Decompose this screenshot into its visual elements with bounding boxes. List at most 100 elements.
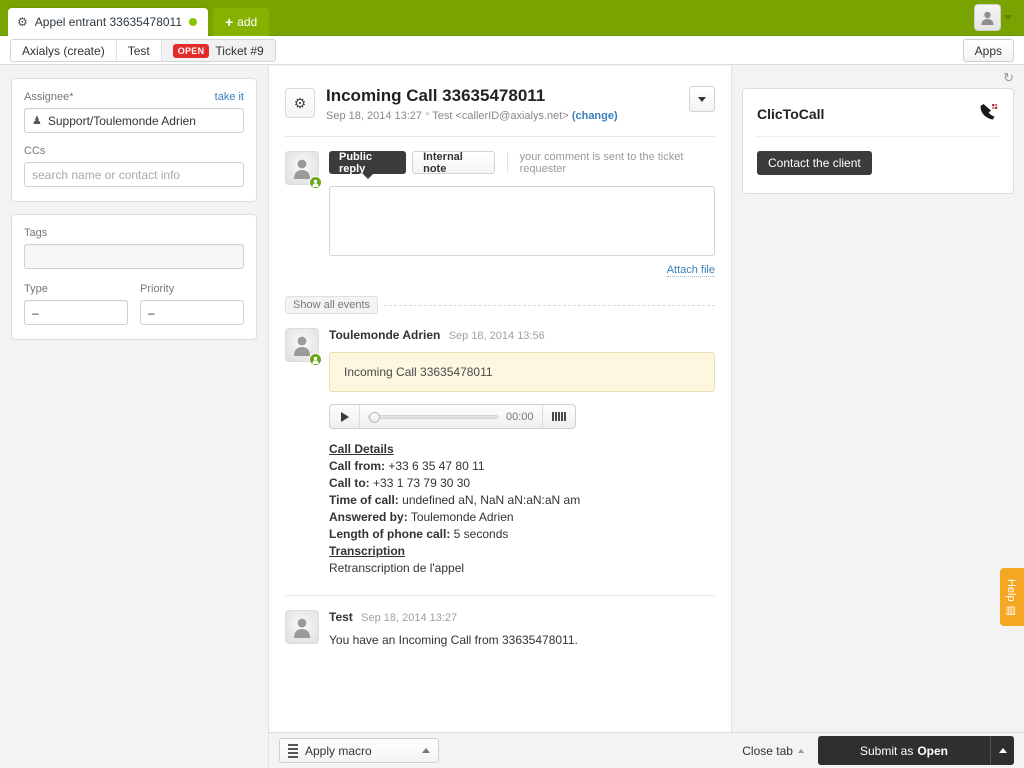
avatar <box>285 328 319 362</box>
avatar <box>285 610 319 644</box>
help-icon: ▤ <box>1006 605 1019 615</box>
page-title: Incoming Call 33635478011 <box>326 86 618 106</box>
type-value: – <box>32 306 39 320</box>
right-panel: ↻ ClicToCall Contact the client <box>732 66 1024 732</box>
assignee-label-row: Assignee* take it <box>24 91 244 108</box>
audio-player[interactable]: 00:00 <box>329 404 576 429</box>
user-glyph-icon <box>292 616 312 638</box>
call-details: Call Details Call from: +33 6 35 47 80 1… <box>329 441 715 577</box>
apps-button[interactable]: Apps <box>963 39 1014 62</box>
add-tab-label: add <box>237 15 257 29</box>
chevron-down-icon <box>698 97 706 102</box>
slider-handle[interactable] <box>369 412 380 423</box>
breadcrumb-item-test[interactable]: Test <box>117 40 162 61</box>
call-details-row: Time of call: undefined aN, NaN aN:aN:aN… <box>329 492 715 509</box>
call-details-row: Answered by: Toulemonde Adrien <box>329 509 715 526</box>
submit-options-button[interactable] <box>990 736 1014 765</box>
apply-macro-button[interactable]: Apply macro <box>279 738 439 763</box>
tags-label: Tags <box>24 227 244 239</box>
chevron-down-icon[interactable] <box>1004 15 1012 20</box>
help-tab-button[interactable]: Help ▤ <box>1000 568 1024 626</box>
avatar <box>285 151 319 185</box>
reply-tabs: Public reply Internal note your comment … <box>329 151 715 174</box>
tab-internal-note[interactable]: Internal note <box>412 151 494 174</box>
submit-group: Submit as Open <box>818 736 1014 765</box>
tab-status-dot-icon <box>189 18 197 26</box>
event-item: Toulemonde Adrien Sep 18, 2014 13:56 Inc… <box>285 314 715 577</box>
app-card-header: ClicToCall <box>757 103 999 124</box>
call-details-value: undefined aN, NaN aN:aN:aN am <box>402 493 580 507</box>
add-tab-button[interactable]: + add <box>213 8 269 36</box>
clictocall-app-card: ClicToCall Contact the client <box>742 88 1014 194</box>
status-badge: OPEN <box>173 44 210 58</box>
event-item: Test Sep 18, 2014 13:27 You have an Inco… <box>285 596 715 647</box>
play-button[interactable] <box>330 405 360 428</box>
bottom-bar: Apply macro Close tab Submit as Open <box>269 732 1024 768</box>
user-menu[interactable] <box>974 4 1012 31</box>
show-all-events-button[interactable]: Show all events <box>285 296 378 314</box>
submit-as-open-button[interactable]: Submit as Open <box>818 736 990 765</box>
person-icon: ♟ <box>32 114 42 127</box>
ticket-options-button[interactable] <box>689 86 715 112</box>
tags-input[interactable] <box>24 244 244 269</box>
type-label: Type <box>24 283 128 295</box>
change-requester-link[interactable]: (change) <box>572 110 618 122</box>
event-meta: Test Sep 18, 2014 13:27 <box>329 610 715 624</box>
assignee-value: Support/Toulemonde Adrien <box>48 114 196 128</box>
avatar-status-badge-icon <box>309 176 322 189</box>
breadcrumb-item-axialys[interactable]: Axialys (create) <box>11 40 117 61</box>
help-label: Help <box>1006 578 1018 601</box>
assignee-field[interactable]: ♟ Support/Toulemonde Adrien <box>24 108 244 133</box>
refresh-icon[interactable]: ↻ <box>1003 70 1014 86</box>
breadcrumb-label: Axialys (create) <box>22 44 105 58</box>
transcription-text: Retranscription de l'appel <box>329 560 715 577</box>
breadcrumb-item-ticket[interactable]: OPEN Ticket #9 <box>162 40 275 61</box>
event-body: Toulemonde Adrien Sep 18, 2014 13:56 Inc… <box>329 328 715 577</box>
right-panel-toolbar: ↻ <box>732 66 1024 88</box>
event-highlight: Incoming Call 33635478011 <box>329 352 715 392</box>
volume-icon[interactable] <box>543 405 575 428</box>
apps-label: Apps <box>975 44 1002 58</box>
player-track-area: 00:00 <box>360 405 543 428</box>
priority-select[interactable]: – <box>140 300 244 325</box>
call-details-row: Length of phone call: 5 seconds <box>329 526 715 543</box>
user-avatar-icon[interactable] <box>974 4 1001 31</box>
requester-avatar-icon <box>285 610 319 644</box>
close-tab-button[interactable]: Close tab <box>742 744 804 758</box>
phone-icon <box>979 103 999 124</box>
list-icon <box>288 744 298 758</box>
contact-the-client-button[interactable]: Contact the client <box>757 151 872 175</box>
type-select[interactable]: – <box>24 300 128 325</box>
take-it-link[interactable]: take it <box>215 91 244 103</box>
event-body: Test Sep 18, 2014 13:27 You have an Inco… <box>329 610 715 647</box>
attach-file-link[interactable]: Attach file <box>667 264 715 277</box>
call-details-value: Toulemonde Adrien <box>411 510 514 524</box>
tab-public-reply[interactable]: Public reply <box>329 151 406 174</box>
tab-internal-note-label: Internal note <box>423 151 483 175</box>
submit-prefix-label: Submit as <box>860 744 913 758</box>
avatar-status-badge-icon <box>309 353 322 366</box>
event-time: Sep 18, 2014 13:56 <box>449 330 545 342</box>
call-details-value: 5 seconds <box>454 527 509 541</box>
reply-hint: your comment is sent to the ticket reque… <box>507 153 715 173</box>
contact-the-client-label: Contact the client <box>768 156 861 170</box>
app-title: ClicToCall <box>757 106 824 122</box>
progress-slider[interactable] <box>368 415 498 419</box>
reply-textarea[interactable] <box>329 186 715 256</box>
assignee-label: Assignee* <box>24 91 74 103</box>
chevron-up-icon <box>422 748 430 753</box>
call-details-label: Call from: <box>329 459 385 473</box>
open-tab-appel-entrant[interactable]: ⚙ Appel entrant 33635478011 <box>8 8 208 36</box>
user-glyph-icon <box>292 334 312 356</box>
priority-value: – <box>148 306 155 320</box>
call-details-row: Call from: +33 6 35 47 80 11 <box>329 458 715 475</box>
call-details-row: Call to: +33 1 73 79 30 30 <box>329 475 715 492</box>
chevron-up-icon <box>798 749 804 753</box>
priority-group: Priority – <box>140 283 244 325</box>
breadcrumb: Axialys (create) Test OPEN Ticket #9 <box>10 39 276 62</box>
left-sidebar: Assignee* take it ♟ Support/Toulemonde A… <box>0 66 269 768</box>
ccs-input[interactable]: search name or contact info <box>24 162 244 187</box>
event-time: Sep 18, 2014 13:27 <box>361 612 457 624</box>
ticket-gear-icon[interactable]: ⚙ <box>285 88 315 118</box>
apply-macro-label: Apply macro <box>305 744 372 758</box>
